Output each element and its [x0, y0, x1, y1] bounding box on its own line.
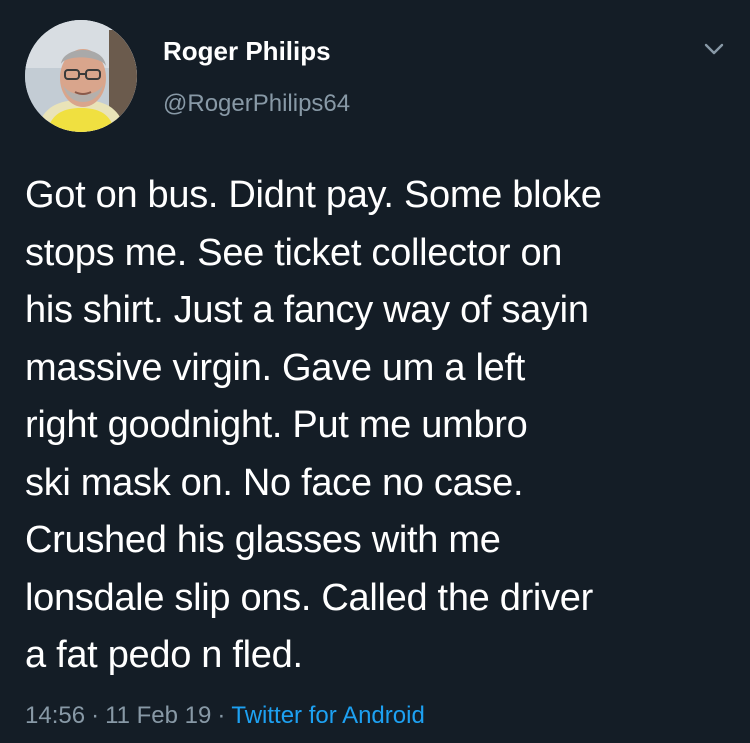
- avatar[interactable]: [25, 20, 137, 132]
- tweet-text-line: Crushed his glasses with me: [25, 519, 501, 561]
- tweet-text-line: his shirt. Just a fancy way of sayin: [25, 289, 589, 331]
- tweet-text-line: lonsdale slip ons. Called the driver: [25, 576, 593, 619]
- tweet-text-line: ski mask on. No face no case.: [25, 461, 524, 504]
- display-name[interactable]: Roger Philips: [163, 34, 331, 68]
- tweet-text-line: massive virgin. Gave um a left: [25, 346, 525, 389]
- tweet-meta: 14:56 · 11 Feb 19 · Twitter for Android: [25, 697, 425, 735]
- meta-separator: ·: [91, 702, 100, 729]
- tweet-card: Roger Philips @RogerPhilips64 Got on bus…: [0, 0, 750, 743]
- tweet-text-line: a fat pedo n fled.: [25, 634, 303, 676]
- tweet-text-line: right goodnight. Put me umbro: [25, 404, 528, 446]
- chevron-down-icon[interactable]: [703, 38, 725, 60]
- tweet-text-line: stops me. See ticket collector on: [25, 231, 563, 274]
- tweet-date[interactable]: 11 Feb 19: [105, 702, 211, 729]
- user-handle[interactable]: @RogerPhilips64: [163, 89, 350, 119]
- tweet-text-line: Got on bus. Didnt pay. Some bloke: [25, 174, 602, 216]
- user-avatar-photo-icon: [25, 20, 137, 132]
- tweet-time[interactable]: 14:56: [25, 702, 85, 729]
- meta-separator: ·: [217, 702, 226, 729]
- tweet-source-link[interactable]: Twitter for Android: [231, 702, 424, 729]
- tweet-text: Got on bus. Didnt pay. Some bloke stops …: [25, 167, 730, 685]
